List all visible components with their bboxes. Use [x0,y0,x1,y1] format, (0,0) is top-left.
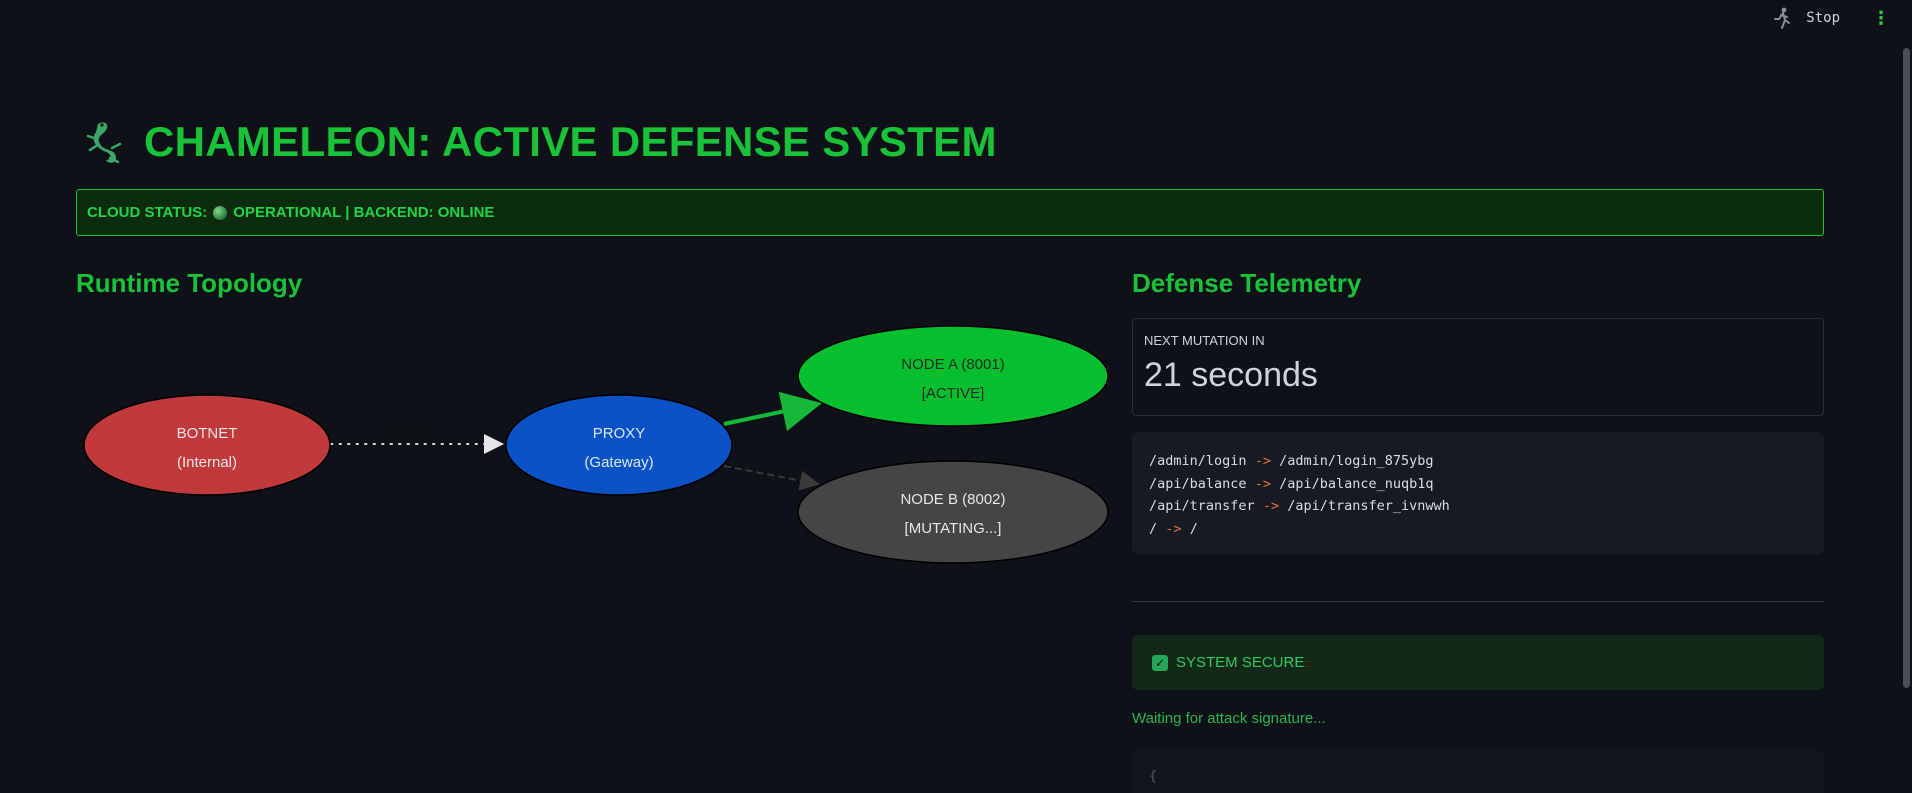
topology-graph: Scanning... BOTNET (Internal) PROXY (Gat… [83,325,1109,564]
status-prefix: CLOUD STATUS: [87,204,208,221]
title-row: CHAMELEON: ACTIVE DEFENSE SYSTEM [86,118,997,166]
node-proxy-name: PROXY [593,425,646,442]
node-proxy-sub: (Gateway) [584,454,653,471]
top-toolbar: Stop ⋮ [1772,0,1912,36]
page-scrollbar[interactable] [1903,48,1910,688]
metric-label: NEXT MUTATION IN [1144,333,1265,348]
json-preview: { [1149,768,1158,784]
section-divider [1132,601,1824,602]
node-botnet: BOTNET (Internal) [83,394,331,496]
kebab-menu-icon[interactable]: ⋮ [1872,8,1890,29]
metric-value: 21 seconds [1144,356,1318,394]
route-line: /api/transfer -> /api/transfer_ivnwwh [1149,498,1450,514]
cloud-status-banner: CLOUD STATUS: OPERATIONAL | BACKEND: ONL… [76,189,1824,236]
topology-title: Runtime Topology [76,268,303,298]
node-b-sub: [MUTATING...] [905,520,1002,537]
status-dot-icon [213,205,228,220]
node-proxy: PROXY (Gateway) [505,394,733,496]
edge-proxy-node-b [723,465,820,491]
checkbox-checked-icon: ✓ [1152,654,1168,671]
node-botnet-sub: (Internal) [177,454,237,471]
node-a-name: NODE A (8001) [901,356,1004,373]
page-title: CHAMELEON: ACTIVE DEFENSE SYSTEM [144,118,997,165]
telemetry-title: Defense Telemetry [1132,268,1362,298]
secure-label: SYSTEM SECURE [1176,654,1305,671]
stop-button[interactable]: Stop [1806,10,1840,26]
route-mapping-code: /admin/login -> /admin/login_875ybg /api… [1132,432,1824,554]
route-line: /admin/login -> /admin/login_875ybg [1149,453,1434,469]
lizard-icon [86,122,122,164]
running-man-icon [1774,7,1791,29]
route-line: /api/balance -> /api/balance_nuqb1q [1149,475,1434,492]
node-a: NODE A (8001) [ACTIVE] [797,325,1109,427]
route-line: / -> / [1149,520,1198,537]
next-mutation-metric: NEXT MUTATION IN 21 seconds [1132,318,1824,416]
status-text: OPERATIONAL | BACKEND: ONLINE [233,204,495,221]
attack-json-viewer[interactable]: { [1132,750,1824,793]
edge-proxy-node-a [723,391,822,432]
edge-label: Scanning... [376,424,446,440]
node-a-sub: [ACTIVE] [922,385,985,402]
system-secure-alert: ✓ SYSTEM SECURE [1132,635,1824,690]
node-b: NODE B (8002) [MUTATING...] [797,460,1109,564]
node-botnet-name: BOTNET [177,425,238,442]
waiting-caption: Waiting for attack signature... [1132,710,1326,727]
node-b-name: NODE B (8002) [900,491,1005,508]
